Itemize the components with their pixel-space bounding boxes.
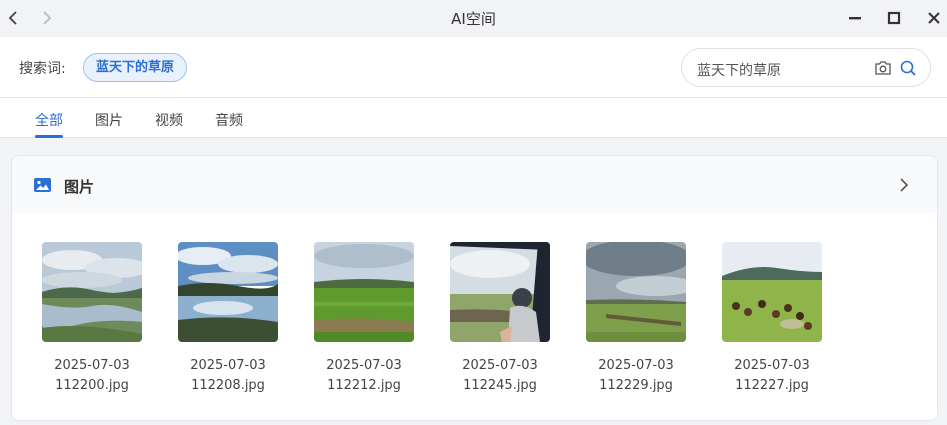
image-thumbnail[interactable] bbox=[586, 242, 686, 342]
search-icon[interactable] bbox=[899, 59, 917, 77]
camera-icon[interactable] bbox=[874, 59, 892, 77]
search-input[interactable]: 蓝天下的草原 bbox=[681, 48, 931, 87]
category-tabs: 全部 图片 视频 音频 bbox=[0, 98, 947, 138]
images-section: 图片 2025-07-03 112200.jpg 2025-07-03 1122… bbox=[11, 155, 938, 421]
image-filename: 112227.jpg bbox=[735, 378, 809, 393]
keyword-chip[interactable]: 蓝天下的草原 bbox=[83, 53, 188, 82]
image-thumbnail[interactable] bbox=[722, 242, 822, 342]
image-date: 2025-07-03 bbox=[734, 358, 810, 373]
image-date: 2025-07-03 bbox=[462, 358, 538, 373]
image-item[interactable]: 2025-07-03 112200.jpg bbox=[42, 242, 142, 393]
image-filename: 112229.jpg bbox=[599, 378, 673, 393]
image-date: 2025-07-03 bbox=[326, 358, 402, 373]
image-filename: 112212.jpg bbox=[327, 378, 401, 393]
image-filename: 112200.jpg bbox=[55, 378, 129, 393]
image-icon bbox=[34, 178, 51, 192]
image-date: 2025-07-03 bbox=[190, 358, 266, 373]
images-section-header[interactable]: 图片 bbox=[12, 156, 937, 213]
close-icon bbox=[928, 12, 940, 24]
tab-images[interactable]: 图片 bbox=[95, 110, 123, 138]
image-filename: 112245.jpg bbox=[463, 378, 537, 393]
section-title: 图片 bbox=[64, 178, 95, 196]
maximize-button[interactable] bbox=[884, 8, 904, 28]
image-item[interactable]: 2025-07-03 112212.jpg bbox=[314, 242, 414, 393]
image-date: 2025-07-03 bbox=[54, 358, 130, 373]
search-input-value: 蓝天下的草原 bbox=[697, 63, 781, 79]
image-thumbnail[interactable] bbox=[450, 242, 550, 342]
tab-all[interactable]: 全部 bbox=[35, 110, 63, 138]
close-button[interactable] bbox=[924, 8, 944, 28]
image-item[interactable]: 2025-07-03 112245.jpg bbox=[450, 242, 550, 393]
image-thumbnail[interactable] bbox=[314, 242, 414, 342]
tab-videos[interactable]: 视频 bbox=[155, 110, 183, 138]
image-date: 2025-07-03 bbox=[598, 358, 674, 373]
image-thumbnail[interactable] bbox=[178, 242, 278, 342]
maximize-icon bbox=[887, 11, 901, 25]
search-row: 搜索词: 蓝天下的草原 蓝天下的草原 bbox=[0, 37, 947, 98]
image-filename: 112208.jpg bbox=[191, 378, 265, 393]
keyword-label: 搜索词: bbox=[19, 61, 66, 77]
minimize-button[interactable] bbox=[845, 8, 865, 28]
image-item[interactable]: 2025-07-03 112229.jpg bbox=[586, 242, 686, 393]
chevron-right-icon[interactable] bbox=[896, 177, 912, 193]
window-title: AI空间 bbox=[451, 10, 496, 28]
image-thumbnail[interactable] bbox=[42, 242, 142, 342]
image-item[interactable]: 2025-07-03 112227.jpg bbox=[722, 242, 822, 393]
tab-audio[interactable]: 音频 bbox=[215, 110, 243, 138]
minimize-icon bbox=[849, 17, 861, 20]
image-item[interactable]: 2025-07-03 112208.jpg bbox=[178, 242, 278, 393]
title-bar: AI空间 bbox=[0, 0, 947, 37]
